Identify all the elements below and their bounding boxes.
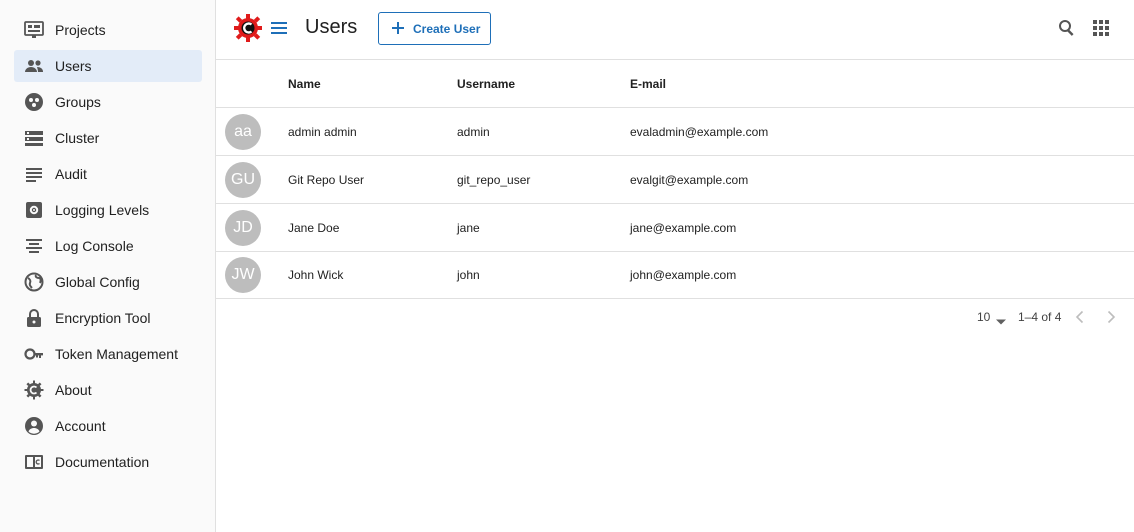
user-name: admin admin <box>288 125 357 139</box>
sidebar-item-label: Audit <box>55 166 87 182</box>
sidebar-item-label: Encryption Tool <box>55 310 151 326</box>
apps-grid-icon[interactable] <box>1093 20 1109 36</box>
user-username: jane <box>457 221 480 235</box>
main-content: Users Create User Name Username E-mail a… <box>216 0 1134 532</box>
sidebar-item-label: Documentation <box>55 454 150 470</box>
key-icon <box>24 344 44 364</box>
table-row[interactable]: GU Git Repo User git_repo_user evalgit@e… <box>216 156 1134 204</box>
sidebar-item-audit[interactable]: Audit <box>14 158 202 190</box>
previous-page-icon[interactable] <box>1073 309 1087 325</box>
create-user-button[interactable]: Create User <box>378 12 491 45</box>
menu-icon[interactable] <box>269 18 289 38</box>
book-icon <box>24 452 44 472</box>
sidebar-item-about[interactable]: About <box>14 374 202 406</box>
page-title: Users <box>305 16 358 38</box>
avatar: JD <box>225 210 261 246</box>
sidebar-item-logging-levels[interactable]: Logging Levels <box>14 194 202 226</box>
chevron-down-icon[interactable] <box>995 313 1007 325</box>
sidebar-item-label: Cluster <box>55 130 100 146</box>
sidebar-item-users[interactable]: Users <box>14 50 202 82</box>
logo-icon <box>234 13 262 43</box>
sidebar-item-groups[interactable]: Groups <box>14 86 202 118</box>
sidebar-item-label: Log Console <box>55 238 134 254</box>
search-icon[interactable] <box>1058 19 1076 37</box>
logging-levels-icon <box>24 200 44 220</box>
table-row[interactable]: aa admin admin admin evaladmin@example.c… <box>216 108 1134 156</box>
sidebar-item-label: Global Config <box>55 274 140 290</box>
account-icon <box>24 416 44 436</box>
avatar: GU <box>225 162 261 198</box>
user-username: john <box>457 268 480 282</box>
next-page-icon[interactable] <box>1104 309 1118 325</box>
groups-icon <box>24 92 44 112</box>
sidebar-item-label: About <box>55 382 92 398</box>
column-header-name[interactable]: Name <box>288 77 321 91</box>
user-email: evalgit@example.com <box>630 173 749 187</box>
sidebar-item-encryption-tool[interactable]: Encryption Tool <box>14 302 202 334</box>
column-header-email[interactable]: E-mail <box>630 77 666 91</box>
column-header-username[interactable]: Username <box>457 77 515 91</box>
user-name: Git Repo User <box>288 173 365 187</box>
user-email: evaladmin@example.com <box>630 125 769 139</box>
sidebar-item-label: Logging Levels <box>55 202 150 218</box>
sidebar-item-label: Users <box>55 58 92 74</box>
globe-icon <box>24 272 44 292</box>
user-username: git_repo_user <box>457 173 531 187</box>
user-username: admin <box>457 125 490 139</box>
user-email: john@example.com <box>630 268 737 282</box>
table-row[interactable]: JD Jane Doe jane jane@example.com <box>216 204 1134 252</box>
user-name: John Wick <box>288 268 344 282</box>
sidebar-item-global-config[interactable]: Global Config <box>14 266 202 298</box>
users-icon <box>24 56 44 76</box>
sidebar: Projects Users Groups Cluster Audit Logg… <box>0 0 216 532</box>
sidebar-item-label: Token Management <box>55 346 178 362</box>
table-row[interactable]: JW John Wick john john@example.com <box>216 251 1134 299</box>
sidebar-item-label: Groups <box>55 94 101 110</box>
sidebar-item-account[interactable]: Account <box>14 410 202 442</box>
avatar: aa <box>225 114 261 150</box>
rows-per-page-select[interactable]: 10 <box>977 310 990 324</box>
lock-icon <box>24 308 44 328</box>
sidebar-item-projects[interactable]: Projects <box>14 14 202 46</box>
projects-icon <box>24 20 44 40</box>
table-header: Name Username E-mail <box>216 59 1134 108</box>
log-console-icon <box>24 236 44 256</box>
avatar: JW <box>225 257 261 293</box>
pagination-range: 1–4 of 4 <box>1018 310 1062 324</box>
sidebar-item-cluster[interactable]: Cluster <box>14 122 202 154</box>
sidebar-item-token-management[interactable]: Token Management <box>14 338 202 370</box>
create-user-label: Create User <box>413 22 481 36</box>
user-name: Jane Doe <box>288 221 340 235</box>
sidebar-item-log-console[interactable]: Log Console <box>14 230 202 262</box>
sidebar-item-documentation[interactable]: Documentation <box>14 446 202 478</box>
user-email: jane@example.com <box>630 221 737 235</box>
plus-icon <box>391 21 405 35</box>
cluster-icon <box>24 128 44 148</box>
audit-icon <box>24 164 44 184</box>
sidebar-item-label: Projects <box>55 22 106 38</box>
about-icon <box>24 380 44 400</box>
sidebar-item-label: Account <box>55 418 106 434</box>
